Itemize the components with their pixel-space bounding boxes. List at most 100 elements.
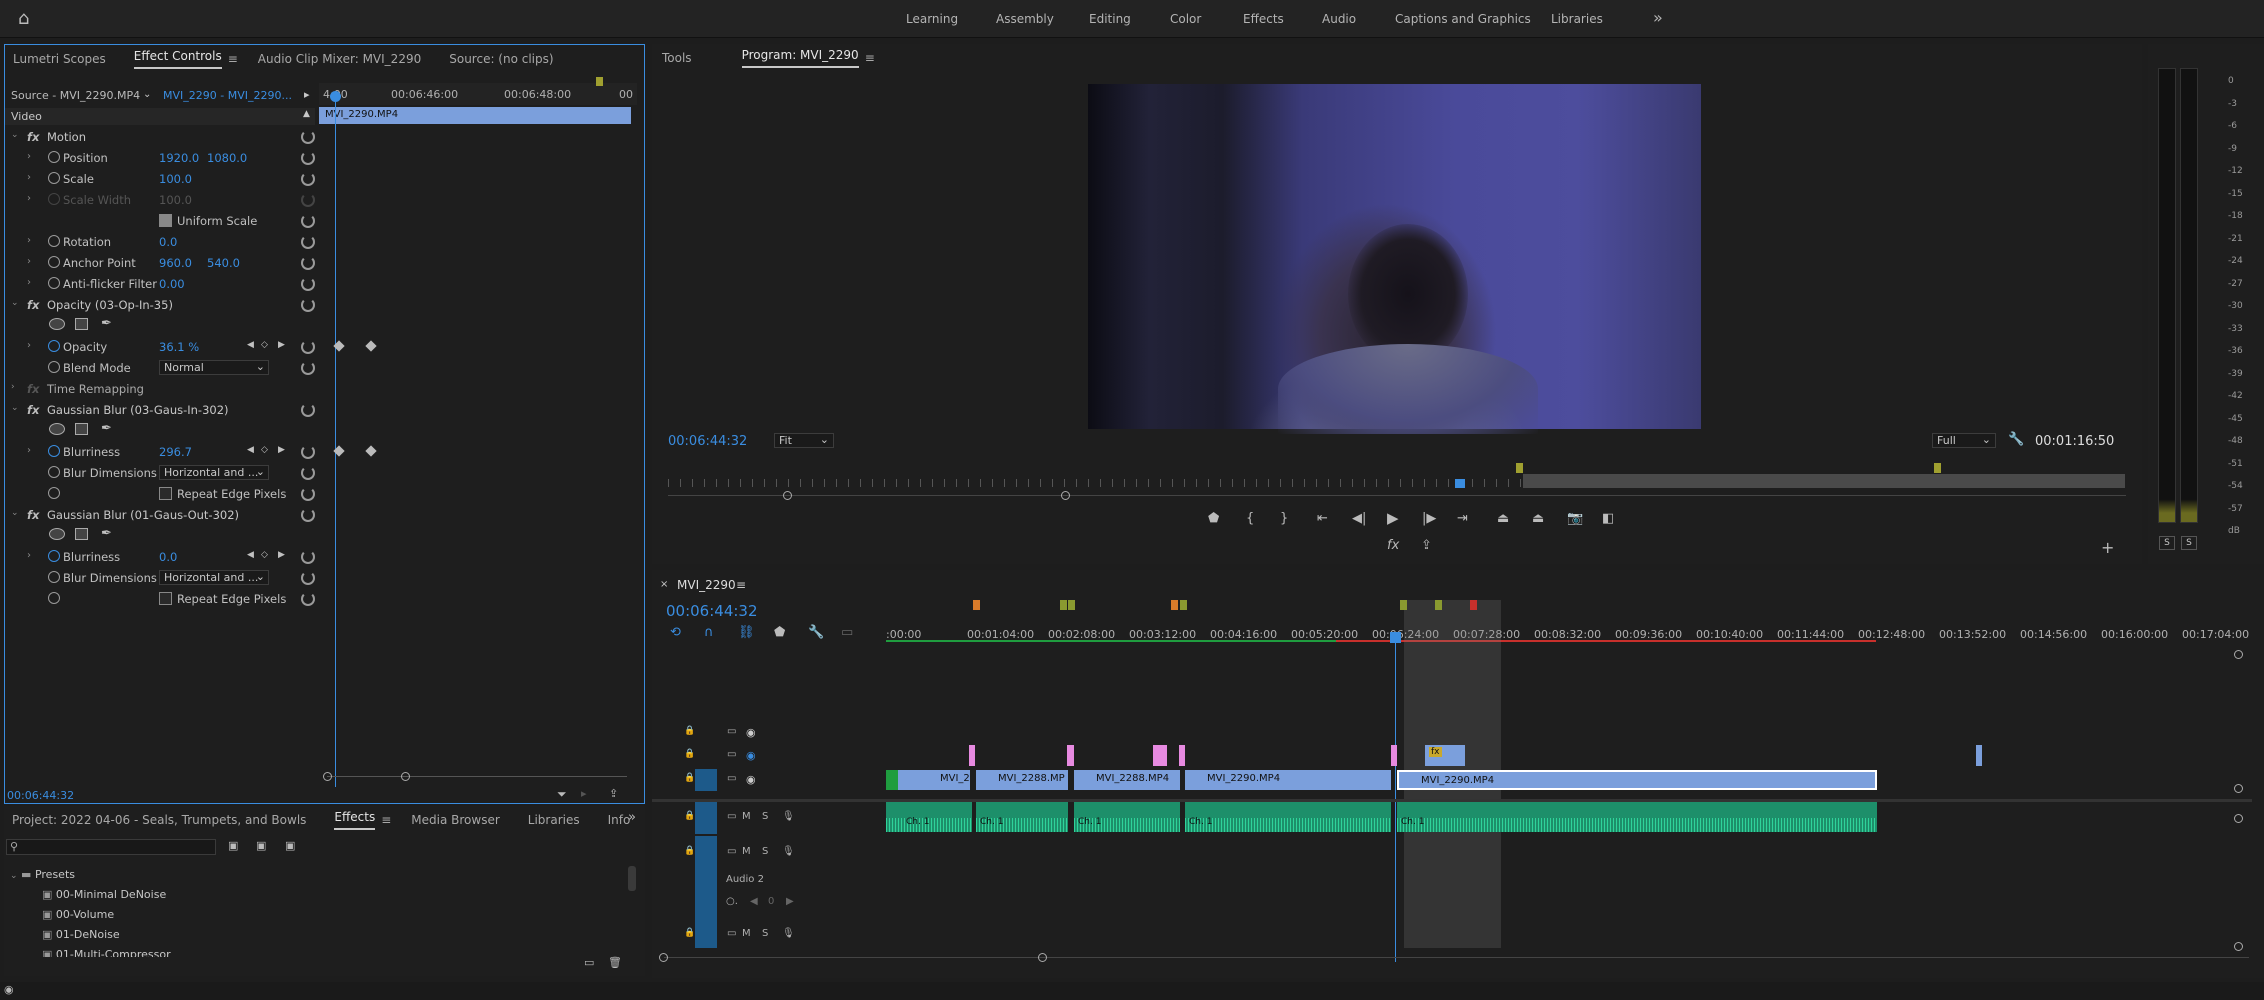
track-label[interactable] xyxy=(695,836,717,922)
export-icon[interactable]: ⇪ xyxy=(609,787,618,800)
tab-tools[interactable]: Tools xyxy=(662,51,692,65)
eye-icon[interactable]: ◉ xyxy=(746,726,756,739)
accelerated-effects-icon[interactable]: ▣ xyxy=(228,839,238,852)
prev-keyframe-icon[interactable]: ◀ xyxy=(247,340,254,350)
v2-clip[interactable] xyxy=(969,745,975,766)
more-workspaces-icon[interactable]: » xyxy=(1653,8,1663,27)
stopwatch-icon[interactable] xyxy=(48,151,60,163)
timeline-settings-icon[interactable]: 🔧 xyxy=(808,625,824,640)
tree-item-preset[interactable]: ▣ 00-Volume xyxy=(42,908,114,921)
timeline-playhead[interactable] xyxy=(1395,632,1396,962)
captions-icon[interactable]: ▭ xyxy=(841,625,853,640)
twirl-icon[interactable]: › xyxy=(27,193,31,204)
stopwatch-icon[interactable] xyxy=(48,361,60,373)
lock-icon[interactable]: 🔒 xyxy=(684,726,695,736)
track-label[interactable] xyxy=(695,726,717,740)
nest-icon[interactable]: ⟲ xyxy=(670,625,681,640)
twirl-icon[interactable]: ⌄ xyxy=(11,130,19,140)
reset-icon[interactable] xyxy=(301,277,315,291)
param-dropdown[interactable]: Horizontal and ... ⌄ xyxy=(159,465,269,480)
go-to-in-icon[interactable]: ⇤ xyxy=(1317,511,1328,526)
stopwatch-icon[interactable] xyxy=(48,256,60,268)
sequence-select[interactable]: MVI_2290 - MVI_2290... xyxy=(163,89,292,102)
reset-icon[interactable] xyxy=(301,571,315,585)
sync-lock-icon[interactable]: ▭ xyxy=(727,749,736,760)
playhead-marker[interactable] xyxy=(1455,479,1465,488)
fx-toggle-icon[interactable]: fx xyxy=(27,403,39,417)
v1-clip-selected[interactable]: MVI_2290.MP4 xyxy=(1397,770,1877,790)
reset-icon[interactable] xyxy=(301,256,315,270)
program-scrub-bar[interactable] xyxy=(668,463,2126,489)
export-frame-icon[interactable]: 📷 xyxy=(1567,511,1583,526)
v2-clip[interactable] xyxy=(1067,745,1074,766)
tab-project[interactable]: Project: 2022 04-06 - Seals, Trumpets, a… xyxy=(12,813,306,827)
trash-icon[interactable]: 🗑 xyxy=(608,956,622,969)
stopwatch-icon[interactable] xyxy=(48,487,60,499)
twirl-icon[interactable]: › xyxy=(27,550,31,561)
reset-icon[interactable] xyxy=(301,592,315,606)
marker[interactable] xyxy=(1180,600,1187,610)
effect-row[interactable]: › Anchor Point 960.0 540.0 xyxy=(5,253,323,274)
tab-menu-icon[interactable]: ≡ xyxy=(228,52,238,66)
fx-icon[interactable]: fx xyxy=(1387,538,1399,553)
mic-icon[interactable]: 🎙 xyxy=(782,846,795,857)
timeline-scroll-handle-right[interactable] xyxy=(1038,953,1047,962)
tree-item-preset[interactable]: ▣ 01-Multi-Compressor xyxy=(42,948,171,957)
ec-zoom-handle-right[interactable] xyxy=(401,772,410,781)
param-dropdown[interactable]: Horizontal and ... ⌄ xyxy=(159,570,269,585)
reset-icon[interactable] xyxy=(301,298,315,312)
track-label[interactable] xyxy=(695,922,717,948)
reset-icon[interactable] xyxy=(301,445,315,459)
next-keyframe-icon[interactable]: ▶ xyxy=(278,340,285,350)
reset-icon[interactable] xyxy=(301,340,315,354)
go-to-out-icon[interactable]: ⇥ xyxy=(1457,511,1468,526)
effect-row[interactable]: › Rotation 0.0 xyxy=(5,232,323,253)
stopwatch-icon[interactable] xyxy=(48,592,60,604)
pen-mask-icon[interactable]: ✒ xyxy=(101,526,112,541)
marker[interactable] xyxy=(596,77,603,86)
lock-icon[interactable]: 🔒 xyxy=(684,811,695,821)
vertical-scroll-handle[interactable] xyxy=(2234,942,2243,951)
fx-toggle-icon[interactable]: fx xyxy=(27,130,39,144)
workspace-audio[interactable]: Audio xyxy=(1322,12,1356,26)
ellipse-mask-icon[interactable] xyxy=(49,423,65,435)
zoom-handle-left[interactable] xyxy=(783,491,792,500)
tree-item-preset[interactable]: ▣ 00-Minimal DeNoise xyxy=(42,888,166,901)
marker[interactable] xyxy=(1470,600,1477,610)
fx-toggle-icon[interactable]: fx xyxy=(27,298,39,312)
effect-row[interactable]: ✒ xyxy=(5,316,323,337)
v1-clip[interactable]: MVI_2288.MP xyxy=(976,770,1068,790)
eye-icon[interactable]: ◉ xyxy=(746,773,756,786)
param-value[interactable]: 100.0 xyxy=(159,193,192,207)
reset-icon[interactable] xyxy=(301,235,315,249)
tab-effects[interactable]: Effects xyxy=(334,810,376,830)
workspace-effects[interactable]: Effects xyxy=(1243,12,1284,26)
add-keyframe-icon[interactable]: ◇ xyxy=(261,340,268,350)
keyframe[interactable] xyxy=(333,340,345,352)
a1-clip[interactable]: Ch. 1 xyxy=(1397,802,1877,832)
twirl-icon[interactable]: › xyxy=(27,340,31,351)
lock-icon[interactable]: 🔒 xyxy=(684,773,695,783)
param-value[interactable]: 0.0 xyxy=(159,550,177,564)
effect-row[interactable]: › Scale 100.0 xyxy=(5,169,323,190)
keyframe[interactable] xyxy=(365,445,377,457)
home-icon[interactable]: ⌂ xyxy=(18,8,29,29)
linked-selection-icon[interactable]: ⛓ xyxy=(738,625,755,640)
program-timecode[interactable]: 00:06:44:32 xyxy=(668,434,747,449)
effects-search-input[interactable]: ⚲ xyxy=(6,839,216,855)
param-value[interactable]: 960.0 xyxy=(159,256,192,270)
tree-item-preset[interactable]: ▣ 01-DeNoise xyxy=(42,928,120,941)
export-icon[interactable]: ⇪ xyxy=(1421,538,1432,553)
effect-row[interactable]: ⌄ fx Motion xyxy=(5,127,323,148)
prev-keyframe-icon[interactable]: ◀ xyxy=(247,550,254,560)
stopwatch-icon[interactable] xyxy=(48,277,60,289)
twirl-icon[interactable]: ⌄ xyxy=(11,403,19,413)
tab-menu-icon[interactable]: ≡ xyxy=(865,51,875,65)
v1-clip[interactable] xyxy=(886,770,898,790)
add-marker-icon[interactable]: ⬟ xyxy=(1208,511,1219,526)
workspace-color[interactable]: Color xyxy=(1170,12,1201,26)
reset-icon[interactable] xyxy=(301,487,315,501)
video-frame[interactable] xyxy=(1088,84,1701,434)
sync-lock-icon[interactable]: ▭ xyxy=(727,726,736,737)
timeline-ruler[interactable]: :00:00 00:01:04:00 00:02:08:00 00:03:12:00 0… xyxy=(886,614,2249,650)
